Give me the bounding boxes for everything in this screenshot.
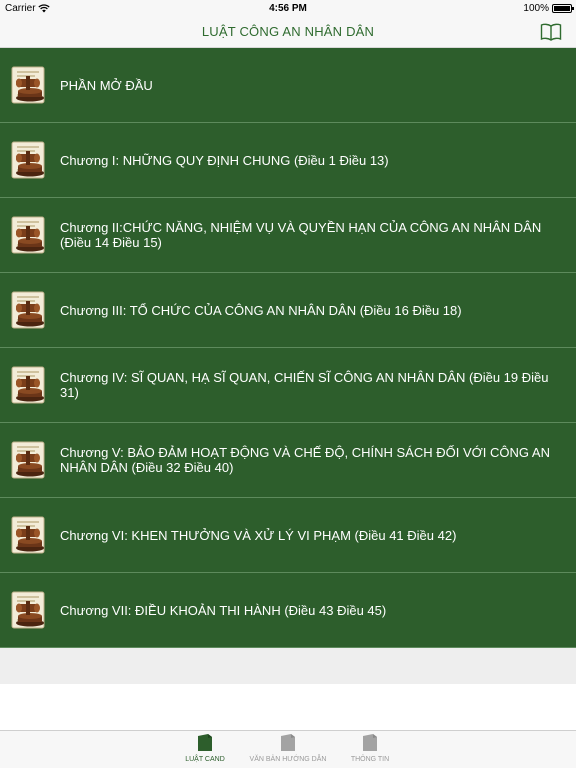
list-footer-strip [0,648,576,684]
list-item[interactable]: PHẦN MỞ ĐẦU [0,48,576,123]
battery-icon [552,4,574,13]
list-item[interactable]: Chương VII: ĐIỀU KHOẢN THI HÀNH (Điều 43… [0,573,576,648]
list-item[interactable]: Chương II:CHỨC NĂNG, NHIỆM VỤ VÀ QUYỀN H… [0,198,576,273]
status-time: 4:56 PM [269,3,307,14]
document-folder-icon [281,734,295,751]
battery-percent: 100% [523,3,549,14]
list-item-label: PHẦN MỞ ĐẦU [60,77,153,93]
list-item-label: Chương VII: ĐIỀU KHOẢN THI HÀNH (Điều 43… [60,602,387,618]
law-scroll-gavel-icon [11,141,45,179]
nav-bar: LUẬT CÔNG AN NHÂN DÂN [0,18,576,48]
document-folder-icon [198,734,212,751]
list-item-label: Chương VI: KHEN THƯỞNG VÀ XỬ LÝ VI PHẠM … [60,527,457,543]
list-item-label: Chương I: NHỮNG QUY ĐỊNH CHUNG (Điều 1 Đ… [60,152,389,168]
tab-thong-tin[interactable]: THÔNG TIN [325,733,415,763]
list-item-label: Chương V: BẢO ĐẢM HOẠT ĐỘNG VÀ CHẾ ĐỘ, C… [60,445,550,475]
list-item[interactable]: Chương III: TỔ CHỨC CỦA CÔNG AN NHÂN DÂN… [0,273,576,348]
law-scroll-gavel-icon [11,66,45,104]
chapter-list: PHẦN MỞ ĐẦU Chương I: NHỮNG QUY ĐỊNH CHU… [0,48,576,648]
document-folder-icon [363,734,377,751]
status-bar: Carrier 4:56 PM 100% [0,0,576,18]
list-item-label: Chương IV: SĨ QUAN, HẠ SĨ QUAN, CHIẾN SĨ… [60,370,549,400]
law-scroll-gavel-icon [11,516,45,554]
law-scroll-gavel-icon [11,291,45,329]
list-item[interactable]: Chương IV: SĨ QUAN, HẠ SĨ QUAN, CHIẾN SĨ… [0,348,576,423]
law-scroll-gavel-icon [11,216,45,254]
book-icon[interactable] [540,22,562,42]
law-scroll-gavel-icon [11,366,45,404]
tab-label: LUẬT CAND [185,756,225,763]
law-scroll-gavel-icon [11,591,45,629]
tab-label: THÔNG TIN [350,756,390,763]
tab-van-ban-huong-dan[interactable]: VĂN BẢN HƯỚNG DẪN [243,733,333,763]
tab-luat-cand[interactable]: LUẬT CAND [160,733,250,763]
tab-bar: LUẬT CAND VĂN BẢN HƯỚNG DẪN THÔNG TIN [0,730,576,768]
list-item-label: Chương III: TỔ CHỨC CỦA CÔNG AN NHÂN DÂN… [60,302,462,318]
page-title: LUẬT CÔNG AN NHÂN DÂN [201,24,375,39]
tab-label: VĂN BẢN HƯỚNG DẪN [249,756,327,763]
status-right: 100% [523,3,574,14]
list-item[interactable]: Chương V: BẢO ĐẢM HOẠT ĐỘNG VÀ CHẾ ĐỘ, C… [0,423,576,498]
law-scroll-gavel-icon [11,441,45,479]
list-item[interactable]: Chương VI: KHEN THƯỞNG VÀ XỬ LÝ VI PHẠM … [0,498,576,573]
list-item[interactable]: Chương I: NHỮNG QUY ĐỊNH CHUNG (Điều 1 Đ… [0,123,576,198]
list-item-label: Chương II:CHỨC NĂNG, NHIỆM VỤ VÀ QUYỀN H… [60,220,542,250]
